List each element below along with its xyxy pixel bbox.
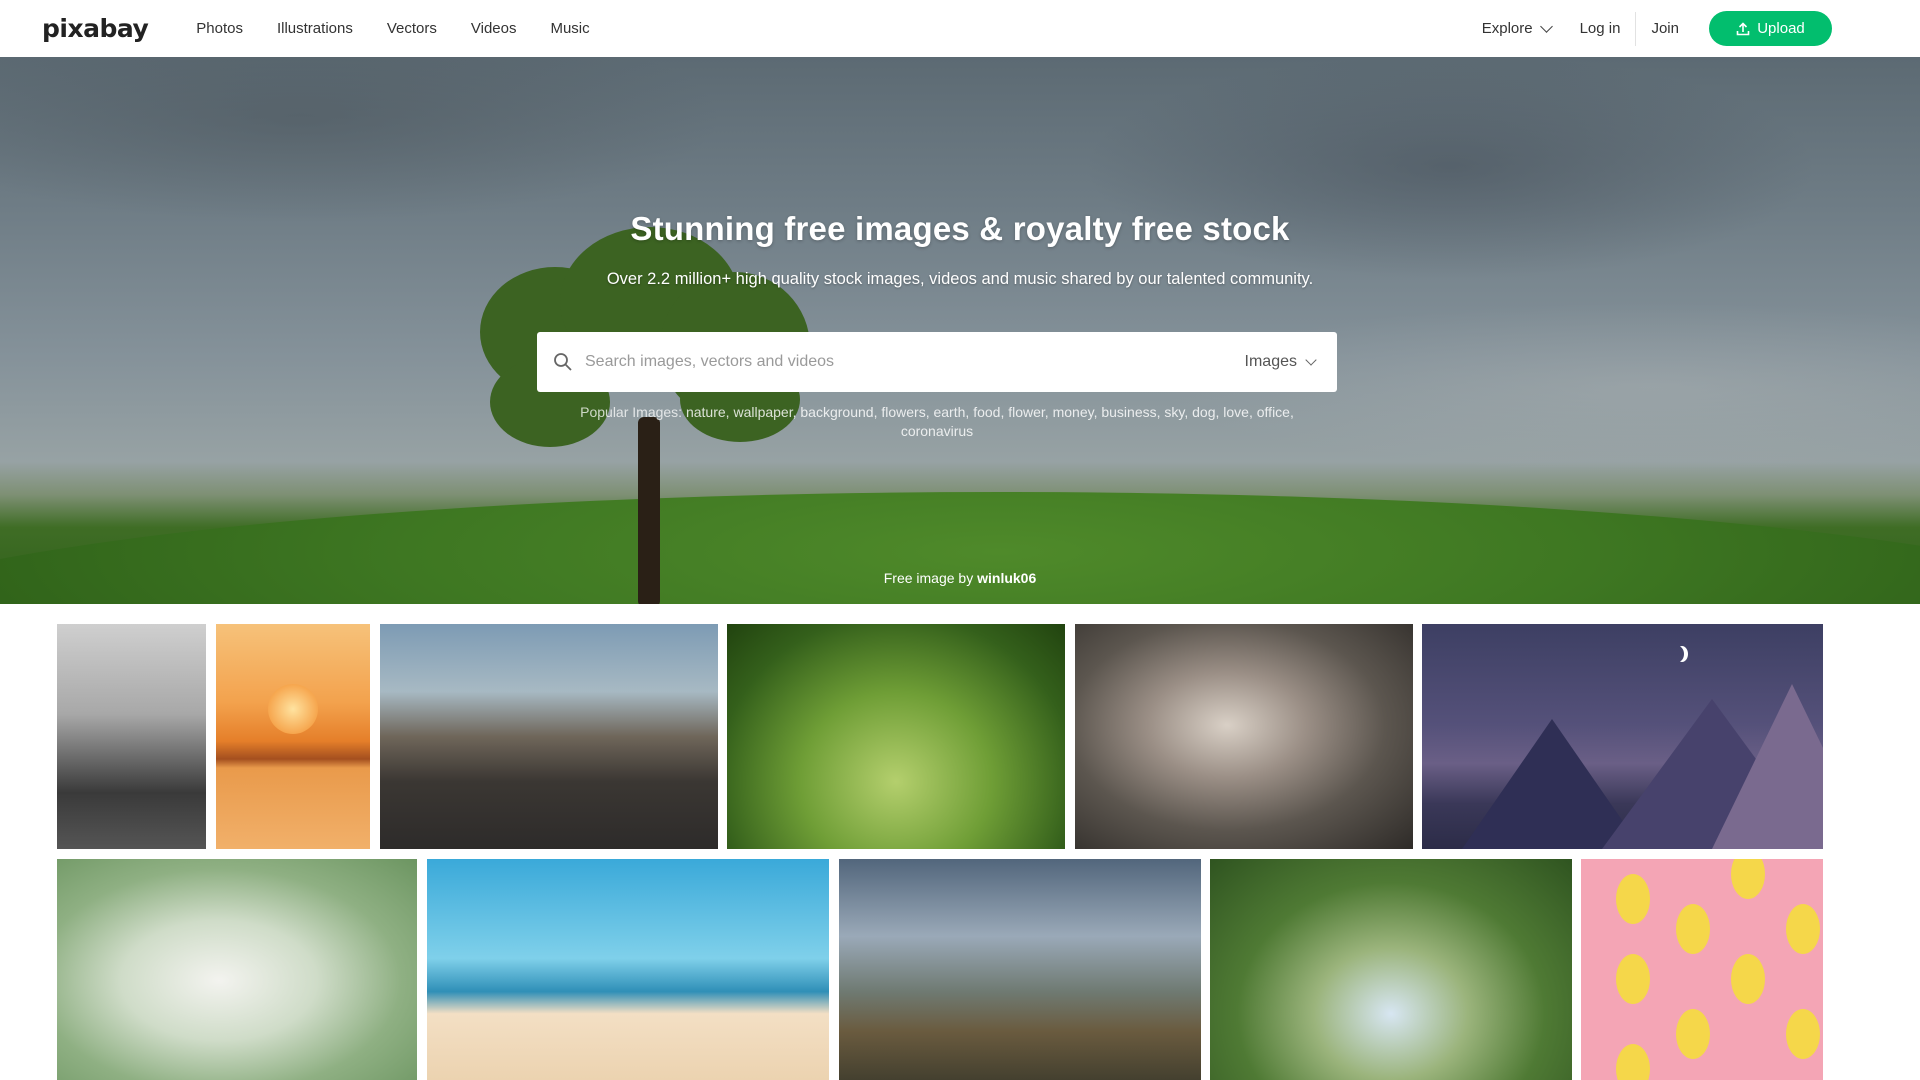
search-bar: Images xyxy=(537,332,1337,392)
header-actions: Explore Log in Join Upload xyxy=(1468,11,1878,46)
lemon-shape xyxy=(1786,1009,1820,1059)
upload-button[interactable]: Upload xyxy=(1709,11,1832,46)
image-credit: Free image by winluk06 xyxy=(0,570,1920,586)
nav-vectors[interactable]: Vectors xyxy=(370,0,454,57)
nav-photos[interactable]: Photos xyxy=(196,0,260,57)
search-type-dropdown[interactable]: Images xyxy=(1233,353,1337,371)
popular-tag[interactable]: wallpaper xyxy=(733,404,792,420)
lemon-shape xyxy=(1786,904,1820,954)
yorkshire-terrier-photo[interactable] xyxy=(1075,624,1413,849)
popular-tag[interactable]: money xyxy=(1053,404,1094,420)
chevron-down-icon xyxy=(1305,353,1317,366)
popular-label: Popular Images: xyxy=(580,404,683,420)
popular-tag[interactable]: love xyxy=(1223,404,1249,420)
explore-dropdown[interactable]: Explore xyxy=(1468,19,1565,37)
lemon-shape xyxy=(1731,954,1765,1004)
popular-tag[interactable]: nature xyxy=(686,404,726,420)
pixabay-logo[interactable]: pixabay xyxy=(42,14,149,43)
search-input[interactable] xyxy=(585,332,1233,392)
lemon-shape xyxy=(1731,859,1765,899)
nav-illustrations[interactable]: Illustrations xyxy=(260,0,370,57)
popular-tag[interactable]: flower xyxy=(1008,404,1045,420)
daisies-grass-photo[interactable] xyxy=(727,624,1065,849)
hero-banner: Stunning free images & royalty free stoc… xyxy=(0,57,1920,604)
canal-boats-photo[interactable] xyxy=(380,624,718,849)
join-link[interactable]: Join xyxy=(1636,20,1694,37)
beach-loungers-photo[interactable] xyxy=(427,859,829,1080)
popular-searches: Popular Images: nature, wallpaper, backg… xyxy=(580,404,1294,439)
sun-shape xyxy=(268,684,318,734)
hero-subtitle: Over 2.2 million+ high quality stock ima… xyxy=(606,270,1314,288)
lemon-pattern-illustration[interactable] xyxy=(1581,859,1823,1080)
search-type-label: Images xyxy=(1244,353,1297,370)
popular-tag[interactable]: food xyxy=(973,404,1000,420)
orange-harvest-photo[interactable] xyxy=(1210,859,1572,1080)
popular-tag[interactable]: background xyxy=(800,404,873,420)
mountain-shape xyxy=(1712,684,1823,849)
moon-shape xyxy=(1672,646,1684,662)
main-nav: Photos Illustrations Vectors Videos Musi… xyxy=(196,0,606,57)
upload-icon xyxy=(1736,21,1750,36)
lemon-shape xyxy=(1676,904,1710,954)
upload-label: Upload xyxy=(1757,20,1805,37)
credit-author-link[interactable]: winluk06 xyxy=(977,570,1036,586)
chevron-down-icon xyxy=(1539,19,1553,33)
lemon-shape xyxy=(1616,874,1650,924)
lemon-shape xyxy=(1676,1009,1710,1059)
nav-videos[interactable]: Videos xyxy=(454,0,534,57)
popular-tag[interactable]: business xyxy=(1101,404,1156,420)
popular-tag[interactable]: office xyxy=(1257,404,1290,420)
mountain-landscape-photo[interactable] xyxy=(839,859,1201,1080)
lemon-shape xyxy=(1616,954,1650,1004)
popular-tag[interactable]: sky xyxy=(1164,404,1184,420)
popular-tag[interactable]: coronavirus xyxy=(901,423,973,439)
popular-tag[interactable]: dog xyxy=(1192,404,1215,420)
hero-title: Stunning free images & royalty free stoc… xyxy=(630,210,1290,247)
popular-tag[interactable]: flowers xyxy=(881,404,925,420)
explore-label: Explore xyxy=(1481,20,1533,37)
nav-music[interactable]: Music xyxy=(533,0,606,57)
login-link[interactable]: Log in xyxy=(1565,20,1636,37)
dandelion-seed-photo[interactable] xyxy=(57,859,417,1080)
popular-tag[interactable]: earth xyxy=(933,404,965,420)
sunset-lake-photo[interactable] xyxy=(216,624,370,849)
woman-portrait-photo[interactable] xyxy=(57,624,206,849)
search-icon[interactable] xyxy=(553,352,573,372)
top-navbar: pixabay Photos Illustrations Vectors Vid… xyxy=(0,0,1920,57)
lemon-shape xyxy=(1616,1044,1650,1080)
night-mountains-illustration[interactable] xyxy=(1422,624,1823,849)
credit-prefix: Free image by xyxy=(883,570,974,586)
